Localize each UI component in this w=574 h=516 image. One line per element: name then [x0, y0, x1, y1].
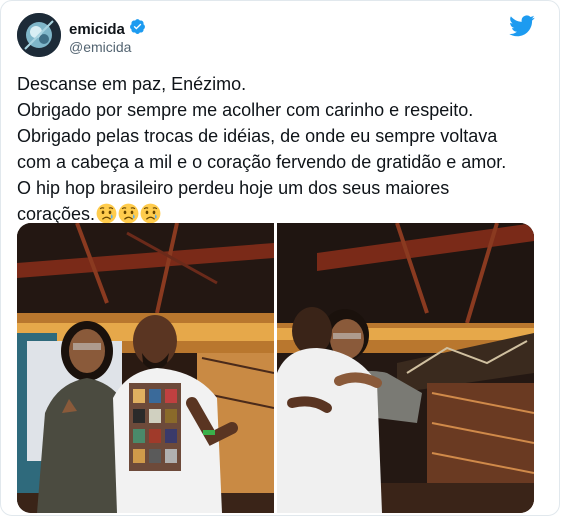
tweet-line: Descanse em paz, Enézimo.: [17, 74, 247, 94]
tweet-line: Obrigado pelas trocas de idéias, de onde…: [17, 126, 498, 146]
author-name-row: emicida: [69, 18, 146, 40]
twitter-bird-icon[interactable]: [509, 15, 535, 37]
sad-but-relieved-face-icon: [95, 203, 117, 224]
tweet-text: Descanse em paz, Enézimo. Obrigado por s…: [17, 71, 542, 227]
author-handle[interactable]: @emicida: [69, 39, 131, 55]
photo-two-men-posing[interactable]: [17, 223, 274, 513]
tweet-line: corações.: [17, 204, 96, 224]
tweet-media: [17, 223, 534, 513]
sad-but-relieved-face-icon: [139, 203, 161, 224]
tweet-line: Obrigado por sempre me acolher com carin…: [17, 100, 474, 120]
tweet-line: O hip hop brasileiro perdeu hoje um dos …: [17, 178, 450, 198]
verified-badge-icon: [129, 18, 146, 40]
photo-two-men-hugging[interactable]: [277, 223, 534, 513]
author-display-name[interactable]: emicida: [69, 21, 125, 38]
avatar[interactable]: [17, 13, 61, 57]
tweet-line: com a cabeça a mil e o coração fervendo …: [17, 152, 507, 172]
sad-but-relieved-face-icon: [117, 203, 139, 224]
tweet-card: emicida @emicida Descanse em paz, Enézim…: [0, 0, 560, 516]
